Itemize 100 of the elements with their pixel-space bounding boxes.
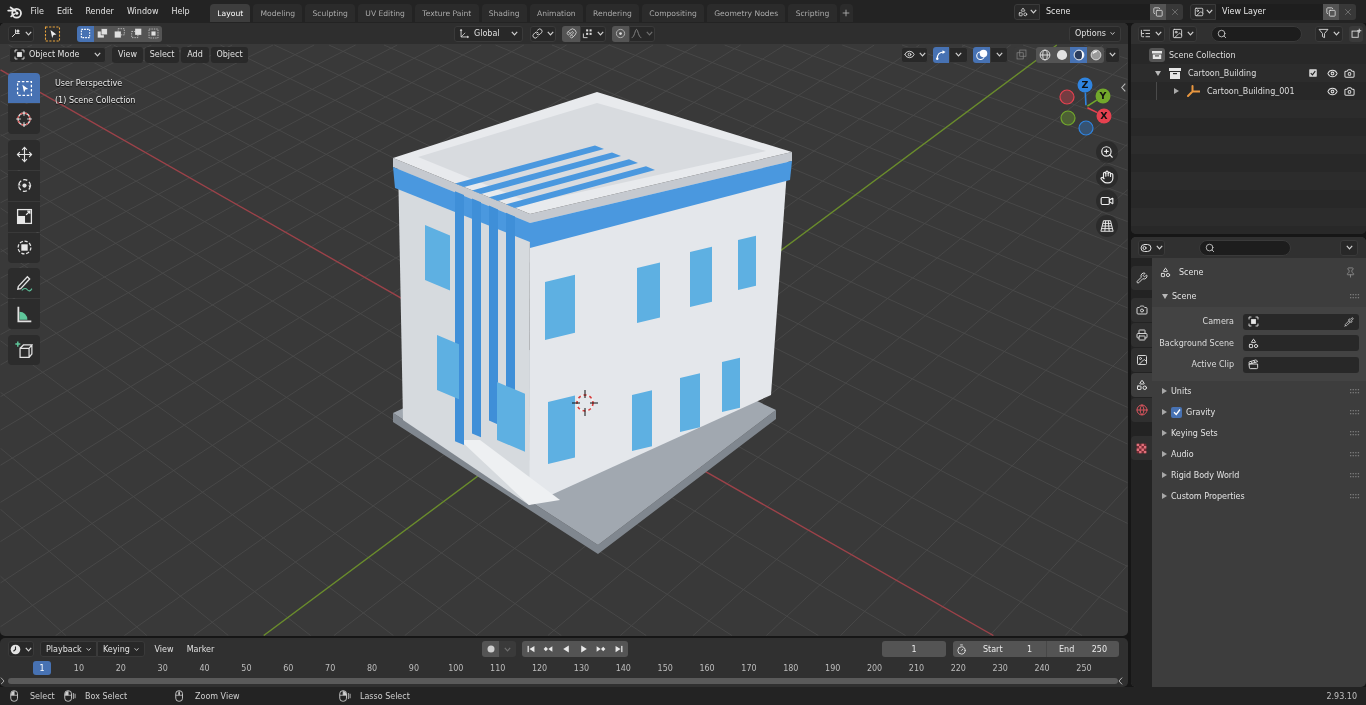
shading-mode-button[interactable] [1053,46,1070,63]
pin-icon[interactable] [1345,266,1356,278]
editor-type-button[interactable] [8,25,34,42]
checkbox[interactable] [1309,69,1317,77]
falloff-dropdown[interactable] [629,25,655,42]
camera-icon[interactable] [1344,85,1355,97]
playhead-marker[interactable]: 1 [33,661,51,675]
menu-button[interactable]: View [112,46,143,63]
tool-button[interactable] [8,139,40,170]
eyedropper-icon[interactable] [1344,316,1354,327]
select-mode-button[interactable] [77,25,94,42]
perspective-toggle-button[interactable] [1096,214,1118,237]
drag-handle-icon[interactable] [1350,388,1360,394]
shading-dropdown[interactable] [1105,46,1120,63]
timeline-scrollbar[interactable] [8,677,1118,684]
eye-icon[interactable] [1327,85,1338,97]
chevron-left-icon[interactable] [1118,676,1123,685]
properties-tab[interactable] [1131,298,1152,322]
tool-button[interactable] [8,232,40,263]
tool-button[interactable] [8,170,40,201]
auto-keying-button[interactable] [482,641,499,657]
tool-button[interactable] [8,268,40,298]
axis-handle[interactable] [1078,120,1094,136]
pan-button[interactable] [1096,165,1118,188]
triangle-right-icon[interactable] [1174,88,1179,94]
panel-header[interactable]: Audio [1152,443,1366,465]
playback-button[interactable] [522,641,540,657]
panel-header[interactable]: Custom Properties [1152,485,1366,507]
menu-button[interactable]: View [150,641,178,657]
outliner-item-label[interactable]: Cartoon_Building_001 [1207,86,1295,96]
drag-handle-icon[interactable] [1350,294,1360,299]
editor-type-button[interactable] [1138,239,1165,256]
drag-handle-icon[interactable] [1350,409,1360,415]
camera-view-button[interactable] [1096,190,1118,213]
end-frame-field[interactable]: End 250 [1046,641,1119,657]
properties-tab[interactable] [1131,373,1152,397]
drag-handle-icon[interactable] [1350,451,1360,457]
shading-mode-button[interactable] [1036,46,1053,63]
scene-name-field[interactable]: Scene [1040,3,1150,20]
copy-button[interactable] [1150,3,1166,20]
menu-button[interactable]: Object [211,46,248,63]
camera-icon[interactable] [1344,67,1355,79]
dropdown-button[interactable]: Playback [40,641,97,657]
object-field[interactable] [1243,313,1359,330]
tool-button[interactable] [8,201,40,232]
select-mode-button[interactable] [94,25,111,42]
snap-toggle-button[interactable] [562,25,580,42]
drag-handle-icon[interactable] [1350,430,1360,436]
outliner-item-label[interactable]: Scene Collection [1169,50,1236,60]
menu-button[interactable]: File [24,2,51,21]
preview-range-button[interactable] [953,641,969,657]
drag-handle-icon[interactable] [1350,493,1360,499]
panel-header[interactable]: Scene [1152,286,1366,307]
axis-handle[interactable] [1059,89,1075,105]
properties-tab[interactable] [1131,323,1152,347]
properties-tab[interactable] [1131,348,1152,372]
overlays-toggle-button[interactable] [973,46,990,63]
current-frame-field[interactable]: 1 [882,641,946,657]
select-mode-button[interactable] [128,25,145,42]
properties-tab[interactable] [1131,266,1152,290]
editor-type-button[interactable] [8,641,34,657]
shading-mode-button[interactable] [1070,46,1087,63]
xray-toggle-button[interactable] [1014,46,1028,63]
overlays-dropdown[interactable] [990,46,1008,63]
select-tool-button[interactable] [43,25,62,42]
copy-button[interactable] [1323,3,1339,20]
start-frame-field[interactable]: Start 1 [969,641,1046,657]
mode-dropdown[interactable]: Object Mode [9,46,106,63]
display-mode-dropdown[interactable] [1169,25,1197,42]
properties-tab[interactable] [1131,436,1152,460]
search-field[interactable] [1211,25,1302,42]
proportional-edit-button[interactable] [612,25,629,42]
view-layer-browse-button[interactable] [1190,3,1216,20]
menu-button[interactable]: Marker [183,641,218,657]
visibility-dropdown[interactable] [901,46,928,63]
add-workspace-button[interactable] [839,4,853,22]
snap-target-dropdown[interactable] [580,25,606,42]
tool-button[interactable] [8,104,40,134]
triangle-down-icon[interactable] [1155,70,1161,76]
panel-header[interactable]: Units [1152,380,1366,402]
menu-button[interactable]: Window [120,2,165,21]
tool-button[interactable] [8,334,40,365]
menu-button[interactable]: Add [181,46,209,63]
new-collection-button[interactable] [1349,25,1363,42]
view-layer-name-field[interactable]: View Layer [1216,3,1323,20]
chevron-right-icon[interactable] [0,676,5,685]
menu-button[interactable]: Help [164,2,197,21]
panel-header[interactable]: Gravity [1152,401,1366,423]
pivot-dropdown[interactable] [530,25,556,42]
menu-button[interactable]: Render [78,2,121,21]
checkbox[interactable] [1171,406,1182,418]
gizmo-toggle-button[interactable] [933,46,949,63]
panel-header[interactable]: Keying Sets [1152,422,1366,444]
axis-handle[interactable] [1060,110,1076,126]
orientation-dropdown[interactable]: Global [454,25,523,42]
editor-type-button[interactable] [1137,25,1165,42]
panel-header[interactable]: Rigid Body World [1152,464,1366,486]
shading-mode-button[interactable] [1087,46,1104,63]
menu-button[interactable]: Edit [50,2,79,21]
outliner-item-label[interactable]: Cartoon_Building [1188,68,1257,78]
